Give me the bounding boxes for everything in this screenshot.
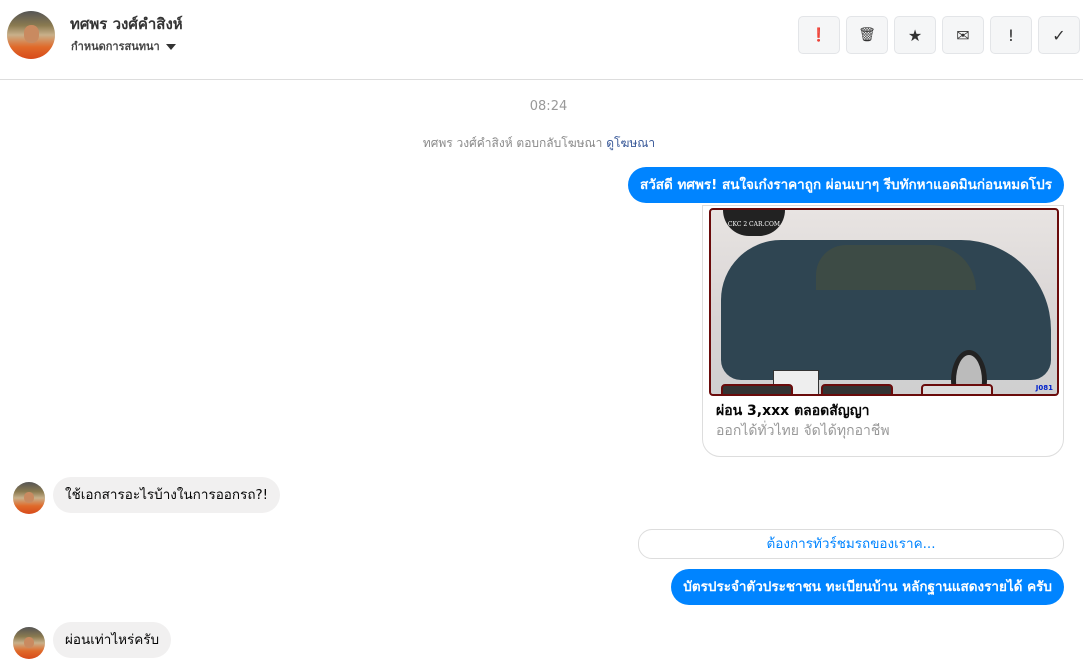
star-icon: ★	[907, 25, 923, 45]
mark-unread-button[interactable]: ✉	[942, 16, 984, 54]
follow-up-button[interactable]: !	[990, 16, 1032, 54]
schedule-label: กำหนดการสนทนา	[71, 40, 160, 53]
car-image: CKC 2 CAR.COM J081	[709, 208, 1059, 396]
ad-reply-text: ทศพร วงศ์คำสิงห์ ตอบกลับโฆษณา	[422, 136, 603, 150]
avatar	[13, 627, 45, 659]
ad-reply-notice: ทศพร วงศ์คำสิงห์ ตอบกลับโฆษณา ดูโฆษณา	[0, 134, 1078, 153]
check-icon: ✓	[1052, 25, 1066, 45]
message-bubble-incoming: ใช้เอกสารอะไรบ้างในการออกรถ?!	[53, 477, 281, 513]
caret-down-icon	[165, 44, 176, 50]
avatar	[13, 482, 45, 514]
avatar[interactable]	[7, 11, 55, 59]
message-timestamp: 08:24	[529, 99, 568, 114]
schedule-dropdown[interactable]: กำหนดการสนทนา	[71, 37, 176, 55]
exclamation-icon: !	[1007, 25, 1015, 45]
contact-name[interactable]: ทศพร วงศ์คำสิงห์	[70, 12, 183, 36]
delete-button[interactable]: 🗑	[846, 16, 888, 54]
ad-card-title: ผ่อน 3,xxx ตลอดสัญญา	[716, 403, 870, 419]
view-ad-link[interactable]: ดูโฆษณา	[606, 136, 655, 150]
message-bubble-incoming: ผ่อนเท่าไหร่ครับ	[53, 622, 172, 658]
dealer-logo: CKC 2 CAR.COM	[723, 210, 785, 236]
message-bubble-outgoing: บัตรประจำตัวประชาชน ทะเบียนบ้าน หลักฐานแ…	[671, 569, 1064, 605]
conversation-header: ทศพร วงศ์คำสิงห์ กำหนดการสนทนา ❗ 🗑 ★ ✉ !…	[0, 0, 1083, 80]
envelope-icon: ✉	[956, 25, 970, 45]
car-code: J081	[1035, 384, 1053, 392]
report-button[interactable]: ❗	[798, 16, 840, 54]
trash-icon: 🗑	[858, 27, 876, 43]
mark-done-button[interactable]: ✓	[1038, 16, 1080, 54]
ad-card[interactable]: CKC 2 CAR.COM J081 ผ่อน 3,xxx ตลอดสัญญา …	[702, 205, 1064, 457]
quick-reply-button[interactable]: ต้องการทัวร์ชมรถของเราค...	[638, 529, 1064, 559]
star-button[interactable]: ★	[894, 16, 936, 54]
ad-card-subtitle: ออกได้ทั่วไทย จัดได้ทุกอาชีพ	[716, 423, 890, 439]
message-bubble-outgoing: สวัสดี ทศพร! สนใจเก๋งราคาถูก ผ่อนเบาๆ รี…	[627, 167, 1064, 203]
alert-circle-icon: ❗	[810, 27, 828, 43]
